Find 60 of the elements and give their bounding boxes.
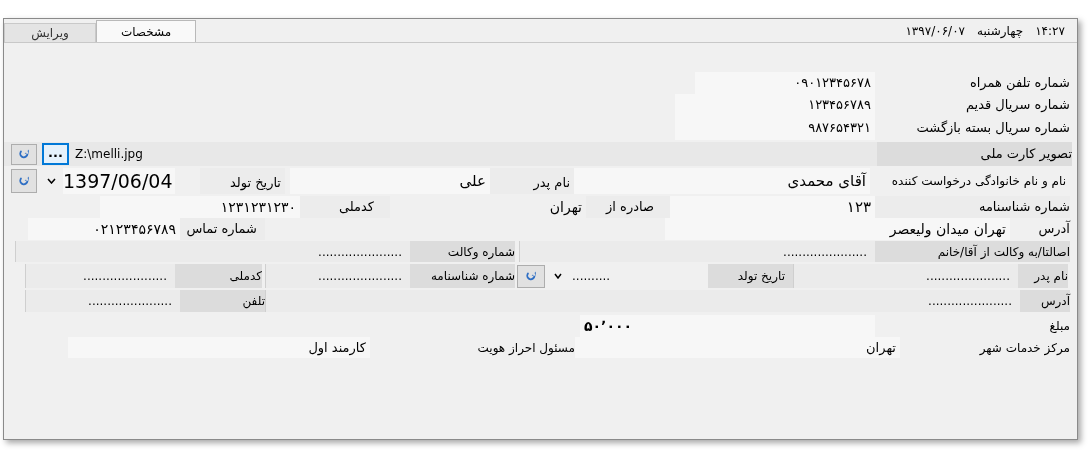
refresh-button[interactable] — [517, 264, 545, 288]
field-label: صادره از — [586, 196, 670, 218]
verifier-field[interactable]: کارمند اول — [68, 337, 370, 358]
field-label: تاریخ تولد — [708, 264, 793, 288]
field-label: مرکز خدمات شهر — [978, 339, 1070, 358]
rep-address-field[interactable]: ...................... — [265, 290, 1020, 312]
applicant-name-field[interactable]: آقای محمدی — [574, 168, 870, 194]
date-picker-field[interactable]: 1397/06/04 — [63, 168, 175, 194]
field-label: مسئول احراز هویت — [476, 339, 575, 357]
refresh-icon — [18, 148, 30, 160]
date-label: ۱۳۹۷/۰۶/۰۷ — [905, 22, 966, 40]
field-label: شماره شناسنامه — [875, 196, 1070, 218]
rep-national-code-field[interactable]: ...................... — [25, 264, 175, 288]
refresh-icon — [525, 270, 537, 282]
field-label: تلفن — [180, 290, 265, 312]
mobile-field[interactable]: ۰۹۰۱۲۳۴۵۶۷۸ — [695, 72, 875, 94]
field-label: شماره سریال قدیم — [964, 96, 1070, 115]
center-city-field[interactable]: تهران — [575, 337, 900, 358]
tab[interactable]: ویرایش — [4, 23, 96, 42]
field-label: آدرس — [1037, 219, 1070, 239]
refresh-button[interactable] — [11, 169, 37, 193]
field-label: شماره شناسنامه — [410, 264, 515, 288]
field-label: کدملی — [175, 264, 262, 288]
time-label: ۱۴:۲۷ — [1035, 22, 1065, 40]
file-path-text: Z:\melli.jpg — [75, 146, 143, 163]
rep-birth-date-field[interactable]: .......... — [572, 267, 642, 285]
amount-field[interactable]: ۵۰٬۰۰۰ — [580, 315, 875, 337]
weekday-label: چهارشنبه — [977, 22, 1024, 40]
field-label: شماره وکالت — [410, 241, 515, 262]
field-label: نام و نام خانوادگی درخواست کننده — [890, 173, 1067, 190]
field-label: نام پدر — [1018, 264, 1068, 288]
field-label: آدرس — [1020, 290, 1070, 312]
field-label: کدملی — [300, 196, 390, 218]
field-label: تاریخ تولد — [200, 168, 285, 194]
issued-place-field[interactable]: تهران — [390, 196, 586, 218]
field-label: مبلغ — [1048, 318, 1070, 335]
rep-father-name-field[interactable]: ...................... — [793, 264, 1018, 288]
rep-phone-field[interactable]: ...................... — [25, 290, 180, 312]
dropdown-caret-icon[interactable] — [554, 273, 562, 279]
field-label: تصویر کارت ملی — [877, 142, 1072, 166]
serial-field[interactable]: ۱۲۳۴۵۶۷۸۹ — [675, 94, 875, 116]
dropdown-caret-icon[interactable] — [47, 178, 56, 184]
field-label: نام پدر — [490, 168, 574, 194]
id-number-field[interactable]: ۱۲۳ — [670, 196, 875, 218]
tab[interactable]: مشخصات — [96, 20, 196, 42]
national-code-field[interactable]: ۱۲۳۱۲۳۱۲۳۰ — [100, 196, 300, 218]
contact-field[interactable]: ۰۲۱۲۳۴۵۶۷۸۹ — [28, 218, 180, 240]
on-behalf-field[interactable]: ...................... — [519, 241, 875, 262]
field-label: شماره تلفن همراه — [968, 74, 1070, 93]
field-label: شماره سریال بسته بازگشت — [915, 119, 1070, 138]
field-label: شماره تماس — [180, 218, 265, 240]
power-number-field[interactable]: ...................... — [15, 241, 410, 262]
refresh-button[interactable] — [11, 143, 37, 165]
browse-button[interactable]: ... — [42, 143, 69, 165]
serial-field[interactable]: ۹۸۷۶۵۴۳۲۱ — [675, 116, 875, 140]
address-field[interactable]: تهران میدان ولیعصر — [665, 218, 1010, 240]
rep-id-number-field[interactable]: ...................... — [265, 264, 410, 288]
father-name-field[interactable]: علی — [290, 168, 490, 194]
refresh-icon — [18, 175, 30, 187]
field-label: اصالتا/به وکالت از آقا/خانم — [875, 241, 1070, 262]
